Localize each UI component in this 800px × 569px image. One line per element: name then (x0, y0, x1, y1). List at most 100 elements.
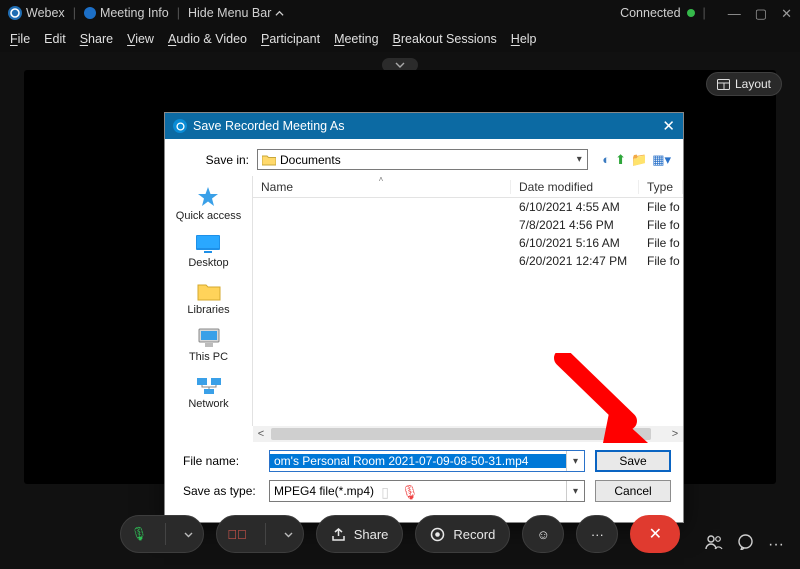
dialog-titlebar[interactable]: Save Recorded Meeting As ✕ (165, 113, 683, 139)
place-label: Quick access (176, 210, 241, 222)
dialog-title-text: Save Recorded Meeting As (193, 119, 344, 133)
save-button[interactable]: Save (595, 450, 671, 472)
save-in-value: Documents (280, 153, 341, 167)
file-list-header[interactable]: Name Date modified Type ˄ (253, 176, 683, 198)
place-libraries[interactable]: Libraries (187, 276, 229, 319)
dialog-close-button[interactable]: ✕ (662, 117, 675, 135)
file-list[interactable]: Name Date modified Type ˄ 6/10/2021 4:55… (253, 176, 683, 426)
place-this-pc[interactable]: This PC (189, 323, 228, 366)
scroll-right-icon[interactable]: > (667, 428, 683, 440)
panels-more-button[interactable]: ··· (768, 536, 784, 554)
column-date[interactable]: Date modified (511, 180, 639, 194)
webex-icon (173, 119, 187, 133)
close-window-button[interactable]: ✕ (781, 7, 792, 20)
record-label: Record (453, 527, 495, 542)
file-name-field[interactable]: om's Personal Room 2021-07-09-08-50-31.m… (269, 450, 585, 472)
video-button[interactable]: ▢⃠ (216, 515, 304, 553)
menu-meeting[interactable]: Meeting (334, 32, 378, 46)
place-network[interactable]: Network (188, 370, 228, 413)
libraries-icon (194, 279, 224, 303)
meeting-info-link[interactable]: Meeting Info (100, 6, 169, 20)
chevron-down-icon[interactable]: ▾ (566, 451, 584, 471)
view-menu-icon[interactable]: ▦▾ (652, 152, 671, 168)
place-label: Network (188, 398, 228, 410)
file-name-label: File name: (177, 454, 259, 468)
microphone-icon: 🎙 (131, 526, 148, 542)
share-icon (331, 527, 346, 542)
scroll-thumb[interactable] (271, 428, 651, 440)
video-off-icon: ▢⃠ (227, 527, 247, 542)
menu-bar: File Edit Share View Audio & Video Parti… (0, 26, 800, 52)
share-button[interactable]: Share (316, 515, 404, 553)
nav-back-icon[interactable]: ◐ (602, 152, 610, 167)
save-type-field[interactable]: MPEG4 file(*.mp4) ▾ (269, 480, 585, 502)
save-dialog: Save Recorded Meeting As ✕ Save in: Docu… (164, 112, 684, 523)
record-button[interactable]: Record (415, 515, 510, 553)
device-phone-icon[interactable]: ▯ (381, 484, 389, 501)
network-icon (194, 373, 224, 397)
nav-up-icon[interactable]: ⬆ (615, 152, 626, 168)
status-dot-icon (687, 9, 695, 17)
menu-file[interactable]: File (10, 32, 30, 46)
video-options-chevron[interactable] (274, 516, 303, 552)
menu-breakout[interactable]: Breakout Sessions (393, 32, 497, 46)
mute-button[interactable]: 🎙 (120, 515, 205, 553)
horizontal-scrollbar[interactable]: < > (253, 426, 683, 442)
file-row[interactable]: 7/8/2021 4:56 PMFile fo (253, 216, 683, 234)
save-type-label: Save as type: (177, 484, 259, 498)
menu-edit[interactable]: Edit (44, 32, 66, 46)
this-pc-icon (194, 326, 224, 350)
app-name: Webex (26, 6, 65, 20)
file-name-value: om's Personal Room 2021-07-09-08-50-31.m… (270, 454, 566, 468)
save-in-label: Save in: (177, 153, 249, 167)
place-quick-access[interactable]: Quick access (176, 182, 241, 225)
layout-label: Layout (735, 77, 771, 91)
scroll-left-icon[interactable]: < (253, 428, 269, 440)
close-icon: ✕ (649, 524, 662, 544)
share-label: Share (354, 527, 389, 542)
file-row[interactable]: 6/20/2021 12:47 PMFile fo (253, 252, 683, 270)
file-row[interactable]: 6/10/2021 4:55 AMFile fo (253, 198, 683, 216)
info-icon[interactable] (84, 7, 96, 19)
chevron-up-icon (275, 9, 284, 18)
connection-status-label: Connected (620, 6, 680, 20)
place-label: This PC (189, 351, 228, 363)
mic-muted-icon[interactable]: 🎙 (401, 484, 419, 501)
column-type[interactable]: Type (639, 180, 683, 194)
reactions-button[interactable]: ☺ (522, 515, 564, 553)
participants-panel-button[interactable] (705, 534, 723, 555)
separator: | (703, 6, 706, 20)
sort-indicator-icon: ˄ (379, 176, 384, 184)
separator: | (73, 6, 76, 20)
smile-icon: ☺ (537, 527, 550, 542)
place-label: Libraries (187, 304, 229, 316)
end-meeting-button[interactable]: ✕ (630, 515, 680, 553)
webex-logo-icon (8, 6, 22, 20)
cancel-button[interactable]: Cancel (595, 480, 671, 502)
chevron-down-icon[interactable]: ▾ (566, 481, 584, 501)
menu-view[interactable]: View (127, 32, 154, 46)
quick-access-icon (193, 185, 223, 209)
hide-menu-toggle[interactable]: Hide Menu Bar (188, 6, 284, 20)
maximize-button[interactable]: ▢ (755, 7, 767, 20)
new-folder-icon[interactable]: 📁 (631, 152, 647, 168)
meeting-controls: 🎙 ▢⃠ Share Record ☺ ··· ✕ (0, 511, 800, 557)
chevron-down-icon: ▾ (571, 154, 587, 165)
place-desktop[interactable]: Desktop (188, 229, 228, 272)
menu-share[interactable]: Share (80, 32, 113, 46)
hide-menu-label: Hide Menu Bar (188, 6, 271, 20)
menu-help[interactable]: Help (511, 32, 537, 46)
menu-participant[interactable]: Participant (261, 32, 320, 46)
mute-options-chevron[interactable] (174, 516, 203, 552)
places-sidebar: Quick access Desktop Libraries This PC (165, 176, 253, 426)
chat-panel-button[interactable] (737, 534, 754, 555)
place-label: Desktop (188, 257, 228, 269)
separator: | (177, 6, 180, 20)
ellipsis-icon: ··· (591, 527, 604, 542)
save-in-combo[interactable]: Documents ▾ (257, 149, 588, 170)
menu-audio-video[interactable]: Audio & Video (168, 32, 247, 46)
file-row[interactable]: 6/10/2021 5:16 AMFile fo (253, 234, 683, 252)
minimize-button[interactable]: — (728, 7, 741, 20)
layout-button[interactable]: Layout (706, 72, 782, 96)
more-options-button[interactable]: ··· (576, 515, 618, 553)
